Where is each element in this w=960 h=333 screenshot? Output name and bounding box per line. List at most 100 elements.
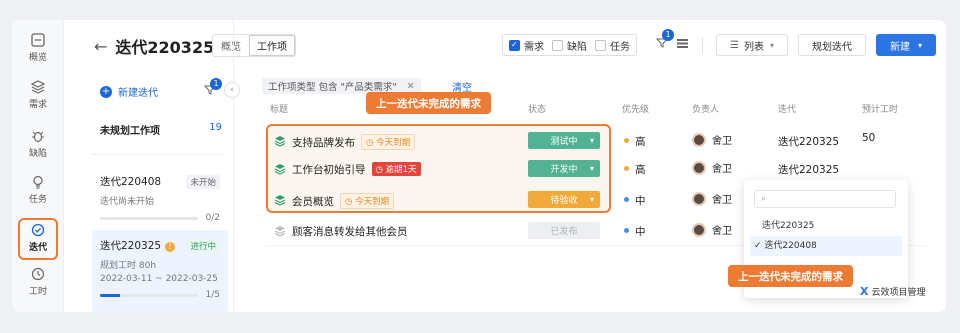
requirement-icon [274,226,286,237]
iteration-dates: 2022-03-11 ~ 2022-03-25 [100,274,218,284]
iteration-filter-button[interactable]: 1 [203,78,222,99]
status-select[interactable]: 待验收 ▾ [528,191,600,208]
divider [702,37,703,53]
owner[interactable]: 舍卫 [692,132,732,147]
progress-bar [100,293,198,297]
dropdown-search-input[interactable]: ⌕ [754,190,896,208]
table-row[interactable]: 支持品牌发布 ◷ 今天到期 测试中 ▾ 高 舍卫 迭代220325 50 [266,126,926,156]
iteration-sub: 迭代尚未开始 [100,197,155,207]
unplanned-workitems[interactable]: 未规划工作项 19 [100,122,222,137]
avatar [692,222,706,237]
iteration-cell[interactable]: 迭代220325 [778,134,839,149]
chevron-down-icon: ▾ [917,40,922,50]
defect-checkbox[interactable]: 缺陷 [552,38,587,53]
avatar [692,160,706,175]
filter-badge: 1 [210,78,222,90]
rail-label-hours: 工时 [28,287,47,297]
status-select[interactable]: 已发布 [528,222,600,239]
rail-label-requirement: 需求 [28,100,47,110]
col-iteration: 迭代 [778,105,797,115]
layers-icon [30,80,46,94]
unplanned-count: 19 [209,122,222,133]
task-checkbox[interactable]: 任务 [595,38,630,53]
search-icon: ⌕ [761,194,767,204]
status-badge: 进行中 [186,238,220,253]
rail-item-task[interactable]: 任务 [18,172,58,214]
rail-item-defect[interactable]: 缺陷 [18,126,58,168]
col-hours: 预计工时 [862,105,899,115]
owner[interactable]: 舍卫 [692,160,732,175]
owner[interactable]: 舍卫 [692,191,732,206]
view-mode-button[interactable]: ☰ 列表 ▾ [716,34,788,56]
rail-label-overview: 概览 [28,53,47,63]
workitem-title: 工作台初始引导 ◷ 逾期1天 [292,162,421,177]
iteration-name: 迭代220325! [100,238,176,253]
callout-top: 上一迭代未完成的需求 [366,92,491,114]
overdue-tag: ◷ 逾期1天 [371,162,421,176]
due-today-tag: ◷ 今天到期 [361,134,416,150]
warning-icon: ! [165,242,176,252]
iteration-card[interactable]: 迭代220408 未开始 迭代尚未开始 0/2 [92,166,228,231]
rail-label-task: 任务 [28,195,47,205]
columns-button[interactable] [676,37,689,52]
chevron-down-icon: ▾ [589,136,594,145]
rail-item-overview[interactable]: 概览 [18,30,58,72]
priority: 高 [624,134,646,149]
priority: 高 [624,162,646,177]
requirement-checkbox[interactable]: 需求 [509,38,544,53]
progress-bar [100,216,198,220]
hours-cell[interactable]: 50 [862,132,875,144]
rail-label-iteration: 迭代 [28,243,47,253]
workitem-title: 支持品牌发布 ◷ 今天到期 [292,134,416,150]
progress-count: 0/2 [205,213,220,223]
type-filter: 需求 缺陷 任务 [502,34,637,56]
dropdown-option[interactable]: 迭代220325 [750,216,902,236]
requirement-icon [274,195,286,206]
owner[interactable]: 舍卫 [692,222,732,237]
callout-bottom: 上一迭代未完成的需求 [728,265,853,287]
app-window: 概览 需求 缺陷 任务 迭代 工时 ← 迭代220325 概览 工作项 + 新建… [12,20,946,312]
close-icon[interactable]: ✕ [407,81,415,92]
chevron-down-icon: ▾ [769,40,774,50]
iteration-panel: + 新建迭代 1 未规划工作项 19 迭代220408 未开始 迭代尚未开始 0… [64,20,234,312]
new-iteration-button[interactable]: + 新建迭代 [100,84,158,99]
new-iteration-label: 新建迭代 [118,88,158,99]
filter-button[interactable]: 1 [655,29,674,52]
requirement-icon [274,136,286,147]
rail-label-defect: 缺陷 [28,149,47,159]
priority: 中 [624,193,646,208]
plan-iteration-button[interactable]: 规划迭代 [798,34,866,56]
col-title: 标题 [270,105,289,115]
status-select[interactable]: 测试中 ▾ [528,132,600,149]
col-owner: 负责人 [692,105,720,115]
planned-hours: 规划工时 80h [100,261,157,271]
left-rail: 概览 需求 缺陷 任务 迭代 工时 [12,20,64,312]
rail-item-iteration[interactable]: 迭代 [18,218,58,260]
avatar [692,191,706,206]
col-priority: 优先级 [622,105,650,115]
requirement-icon [274,164,286,175]
rail-item-requirement[interactable]: 需求 [18,77,58,119]
unplanned-label: 未规划工作项 [100,126,160,137]
iteration-name: 迭代220408 [100,176,162,188]
check-icon: ✓ [754,241,762,251]
workitem-title: 顾客消息转发给其他会员 [292,226,408,238]
list-icon: ☰ [730,39,739,51]
dropdown-option-selected[interactable]: ✓ 迭代220408 [750,236,902,256]
new-button-label: 新建 [889,41,910,53]
divider [92,154,224,155]
new-button[interactable]: 新建 ▾ [876,34,936,56]
columns-icon [677,39,688,48]
iteration-cell[interactable]: 迭代220325 [778,162,839,177]
iteration-card-selected[interactable]: 迭代220325! 进行中 规划工时 80h 2022-03-11 ~ 2022… [92,230,228,312]
workitem-title: 会员概览 ◷ 今天到期 [292,193,395,209]
chevron-down-icon: ▾ [589,195,594,204]
tab-workitems[interactable]: 工作项 [249,35,295,56]
status-select[interactable]: 开发中 ▾ [528,160,600,177]
clock-icon [31,267,45,281]
collapse-panel-button[interactable]: ‹ [224,82,240,98]
overview-icon [31,33,45,47]
iteration-icon [31,223,45,237]
brand-name: 云效项目管理 [871,288,926,298]
rail-item-hours[interactable]: 工时 [18,264,58,306]
